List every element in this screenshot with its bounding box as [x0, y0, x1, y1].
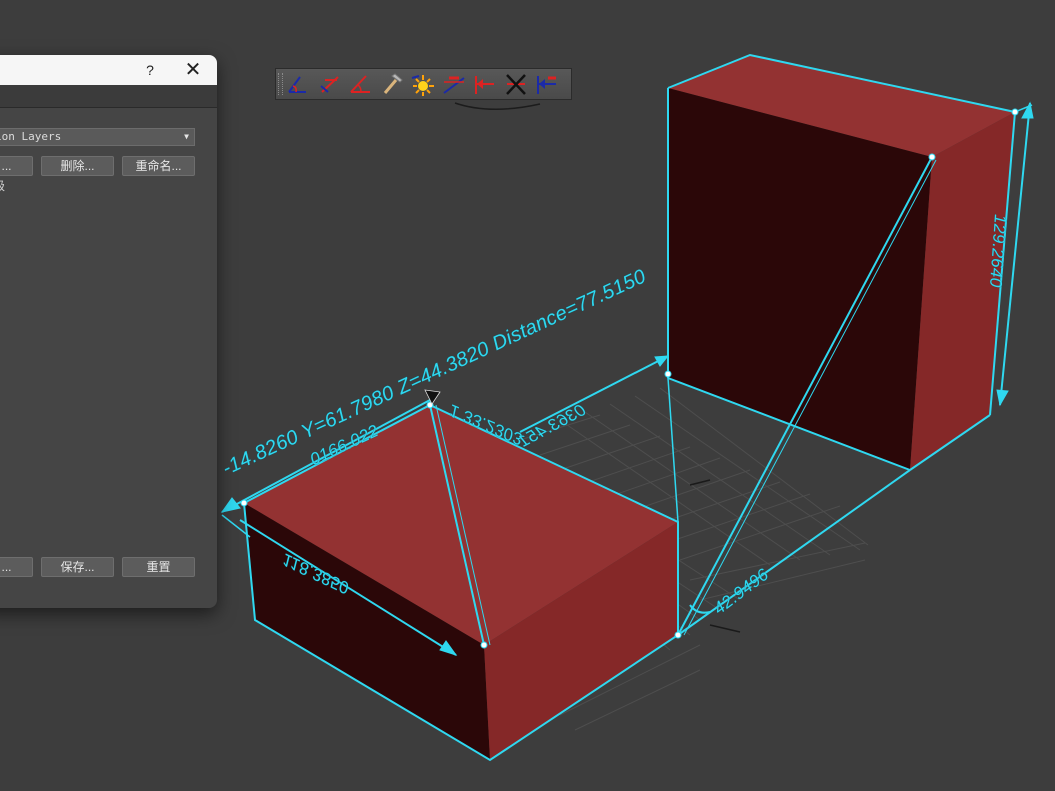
slope-measure-icon[interactable] [346, 70, 375, 98]
dimension-text-icon[interactable] [439, 70, 468, 98]
stroke-mark [454, 102, 541, 110]
layer-list-item[interactable]: 级 [0, 179, 5, 193]
dialog-menubar [0, 85, 217, 108]
measure-toolbar [275, 68, 572, 100]
add-button[interactable]: ... [0, 156, 33, 176]
layer-select[interactable]: ion Layers ▼ [0, 128, 195, 146]
layer-select-value: ion Layers [0, 130, 62, 143]
arrow-dimension-icon[interactable] [470, 70, 499, 98]
grid-axis-mark [709, 624, 741, 633]
delete-button[interactable]: 删除... [41, 156, 114, 176]
grid-axis-mark [689, 479, 711, 486]
toolbar-grip[interactable] [278, 73, 283, 95]
layers-dialog: ? ✕ ion Layers ▼ ... 删除... 重命名... 级 ... … [0, 55, 217, 608]
rename-button[interactable]: 重命名... [122, 156, 195, 176]
hammer-icon[interactable] [377, 70, 406, 98]
close-button[interactable]: ✕ [181, 59, 205, 81]
dialog-titlebar[interactable]: ? ✕ [0, 55, 217, 85]
offset-dimension-icon[interactable] [532, 70, 561, 98]
help-button[interactable]: ? [142, 59, 158, 81]
box-tall[interactable] [667, 53, 1016, 471]
chevron-down-icon: ▼ [184, 132, 189, 141]
light-burst-icon[interactable] [408, 70, 437, 98]
load-button[interactable]: ... [0, 557, 33, 577]
save-button[interactable]: 保存... [41, 557, 114, 577]
delete-dimension-icon[interactable] [501, 70, 530, 98]
angle-measure-icon[interactable] [284, 70, 313, 98]
perpendicular-measure-icon[interactable] [315, 70, 344, 98]
reset-button[interactable]: 重置 [122, 557, 195, 577]
